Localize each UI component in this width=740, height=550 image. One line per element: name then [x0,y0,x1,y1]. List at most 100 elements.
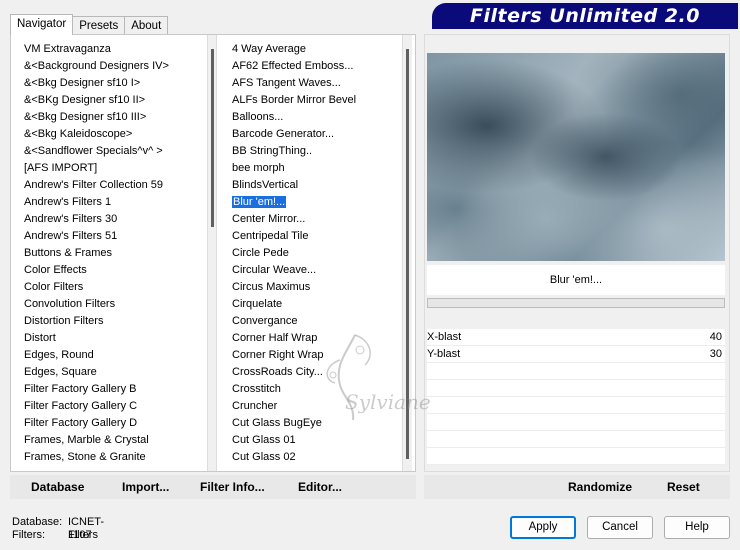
category-item[interactable]: Andrew's Filter Collection 59 [23,177,209,194]
filter-item[interactable]: Circular Weave... [231,262,407,279]
filter-item[interactable]: Cirquelate [231,296,407,313]
category-item[interactable]: Color Effects [23,262,209,279]
filter-list[interactable]: 4 Way Average AF62 Effected Emboss... AFS … [231,41,407,467]
filter-item[interactable]: BlindsVertical [231,177,407,194]
category-item[interactable]: Andrew's Filters 1 [23,194,209,211]
filter-item-label: Barcode Generator... [232,128,335,140]
filter-item-label: Center Mirror... [232,213,306,225]
category-list[interactable]: VM Extravaganza &<Background Designers IV… [23,41,209,467]
tab-presets[interactable]: Presets [72,16,126,34]
category-item[interactable]: Edges, Square [23,364,209,381]
apply-button[interactable]: Apply [510,516,576,539]
filter-item[interactable]: Cut Glass BugEye [231,415,407,432]
category-item-label: Distort [24,332,56,344]
tab-about[interactable]: About [124,16,169,34]
category-item[interactable]: Distortion Filters [23,313,209,330]
param-row-empty [427,363,725,380]
filter-item[interactable]: Corner Right Wrap [231,347,407,364]
filter-item[interactable]: Cut Glass 03 [231,466,407,467]
filter-item-label: Crosstitch [232,383,281,395]
category-item[interactable]: Color Filters [23,279,209,296]
filter-item[interactable]: Center Mirror... [231,211,407,228]
filter-item[interactable]: Barcode Generator... [231,126,407,143]
filter-item-label: BB StringThing.. [232,145,313,157]
navigator-pane: VM Extravaganza &<Background Designers IV… [10,34,416,472]
category-item[interactable]: &<Bkg Designer sf10 III> [23,109,209,126]
category-item[interactable]: Filter Factory Gallery D [23,415,209,432]
category-item[interactable]: &<Bkg Designer sf10 I> [23,75,209,92]
filter-item-label: bee morph [232,162,285,174]
filter-item[interactable]: Cut Glass 01 [231,432,407,449]
database-button[interactable]: Database [31,480,84,494]
category-scrollbar[interactable] [207,35,217,471]
filter-item[interactable]: AF62 Effected Emboss... [231,58,407,75]
filter-item[interactable]: ALFs Border Mirror Bevel [231,92,407,109]
filter-item[interactable]: Cruncher [231,398,407,415]
left-toolbar: Database Import... Filter Info... Editor… [10,475,416,499]
filter-item[interactable]: Convergance [231,313,407,330]
filter-item-label: CrossRoads City... [232,366,323,378]
category-item-label: Andrew's Filter Collection 59 [24,179,164,191]
param-row-empty [427,414,725,431]
category-item[interactable]: Andrew's Filters 51 [23,228,209,245]
editor-button[interactable]: Editor... [298,480,342,494]
param-row-x-blast[interactable]: X-blast 40 [427,329,725,346]
import-button[interactable]: Import... [122,480,169,494]
category-item-label: Distortion Filters [24,315,104,327]
category-item-label: Edges, Square [24,366,97,378]
category-item-label: Andrew's Filters 1 [24,196,112,208]
category-item-label: Andrew's Filters 30 [24,213,118,225]
category-item-label: Andrew's Filters 51 [24,230,118,242]
category-item[interactable]: Andrew's Filters 30 [23,211,209,228]
filter-item[interactable]: Circle Pede [231,245,407,262]
filter-scrollbar-thumb[interactable] [406,49,409,459]
filter-item-label: Cirquelate [232,298,283,310]
filter-item[interactable]: Centripedal Tile [231,228,407,245]
param-row-y-blast[interactable]: Y-blast 30 [427,346,725,363]
filter-item[interactable]: Cut Glass 02 [231,449,407,466]
filter-item-label: Circle Pede [232,247,289,259]
category-item[interactable]: Convolution Filters [23,296,209,313]
filter-item[interactable]: Circus Maximus [231,279,407,296]
filter-scrollbar[interactable] [402,35,412,471]
filter-item-selected[interactable]: Blur 'em!... [231,194,407,211]
cancel-button[interactable]: Cancel [587,516,653,539]
category-item[interactable]: Filter Factory Gallery C [23,398,209,415]
category-item[interactable]: &<Sandflower Specials^v^ > [23,143,209,160]
filter-item[interactable]: Corner Half Wrap [231,330,407,347]
param-value: 40 [709,331,722,343]
category-item[interactable]: [AFS IMPORT] [23,160,209,177]
filter-item[interactable]: 4 Way Average [231,41,407,58]
filter-item-label: Corner Half Wrap [232,332,318,344]
category-item[interactable]: Frames, Stone & Granite [23,449,209,466]
category-item-label: [AFS IMPORT] [24,162,98,174]
category-item[interactable]: Distort [23,330,209,347]
tab-navigator[interactable]: Navigator [10,14,74,35]
category-item[interactable]: Frames, Marble & Crystal [23,432,209,449]
filter-item[interactable]: BB StringThing.. [231,143,407,160]
filter-item[interactable]: CrossRoads City... [231,364,407,381]
reset-button[interactable]: Reset [667,480,700,494]
category-item-label: &<Background Designers IV> [24,60,169,72]
filter-item[interactable]: Crosstitch [231,381,407,398]
category-item[interactable]: Filter Factory Gallery B [23,381,209,398]
category-item[interactable]: &<Bkg Kaleidoscope> [23,126,209,143]
filter-item[interactable]: Balloons... [231,109,407,126]
preview-panel: Blur 'em!... X-blast 40 Y-blast 30 [424,34,730,472]
filter-item-label: AFS Tangent Waves... [232,77,341,89]
help-button[interactable]: Help [664,516,730,539]
category-item[interactable]: &<Background Designers IV> [23,58,209,75]
randomize-button[interactable]: Randomize [568,480,632,494]
filter-item-label: 4 Way Average [232,43,306,55]
filter-info-button[interactable]: Filter Info... [200,480,265,494]
filter-item-label: ALFs Border Mirror Bevel [232,94,357,106]
category-item[interactable]: Buttons & Frames [23,245,209,262]
filter-item[interactable]: bee morph [231,160,407,177]
category-scrollbar-thumb[interactable] [211,49,214,227]
category-item[interactable]: Frames, Textured [23,466,209,467]
category-item[interactable]: VM Extravaganza [23,41,209,58]
filter-item[interactable]: AFS Tangent Waves... [231,75,407,92]
category-item-label: &<Bkg Designer sf10 I> [24,77,141,89]
category-item[interactable]: Edges, Round [23,347,209,364]
category-item[interactable]: &<BKg Designer sf10 II> [23,92,209,109]
